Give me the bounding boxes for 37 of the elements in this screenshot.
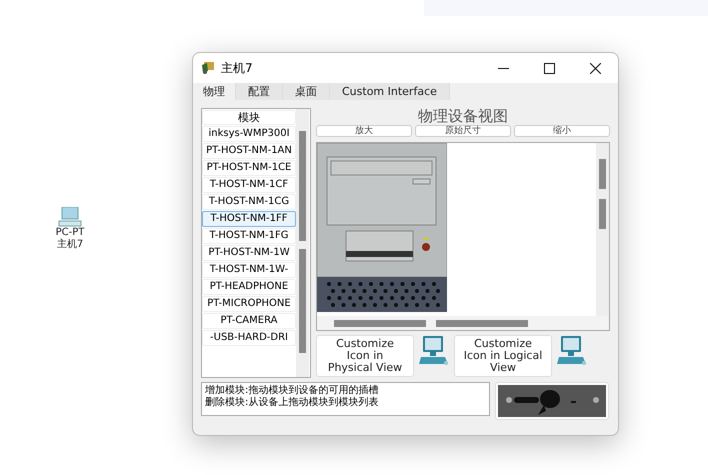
customize-icon-button[interactable]: Customize Icon in Physical View: [316, 335, 414, 377]
computer-icon: [557, 335, 587, 367]
module-item[interactable]: T-HOST-NM-1FF: [202, 211, 296, 227]
tab[interactable]: 配置: [236, 83, 283, 100]
module-item[interactable]: PT-HOST-NM-1W: [202, 245, 296, 261]
module-item[interactable]: inksys-WMP300I: [202, 126, 296, 142]
close-icon[interactable]: [590, 62, 600, 74]
zoom-button[interactable]: 缩小: [514, 125, 610, 137]
module-item[interactable]: PT-CAMERA: [202, 313, 296, 329]
horizontal-scrollbar[interactable]: [317, 316, 609, 330]
module-item[interactable]: PT-MICROPHONE: [202, 296, 296, 312]
device-type-label: PC-PT: [56, 227, 84, 238]
zoom-button[interactable]: 放大: [316, 125, 412, 137]
scrollbar[interactable]: [296, 109, 309, 377]
module-item[interactable]: PT-HOST-NM-1AN: [202, 143, 296, 159]
help-text: 增加模块:拖动模块到设备的可用的插槽: [205, 385, 380, 396]
view-title: 物理设备视图: [417, 108, 509, 125]
module-item[interactable]: -USB-HARD-DRI: [202, 330, 296, 346]
module-item[interactable]: T-HOST-NM-1CF: [202, 177, 296, 193]
app-icon: [201, 61, 215, 75]
help-text: 删除模块:从设备上拖动模块到模块列表: [205, 397, 380, 409]
module-item[interactable]: T-HOST-NM-1W-: [202, 262, 296, 278]
module-item[interactable]: PT-HEADPHONE: [202, 279, 296, 295]
module-item[interactable]: PT-HOST-NM-1CE: [202, 160, 296, 176]
tab[interactable]: 桌面: [283, 83, 330, 100]
computer-icon[interactable]: [58, 207, 82, 227]
module-item[interactable]: T-HOST-NM-1CG: [202, 194, 296, 210]
tab[interactable]: Custom Interface: [330, 83, 450, 100]
list-header: 模块: [202, 110, 296, 125]
maximize-icon[interactable]: [544, 62, 554, 74]
customize-icon-button[interactable]: Customize Icon in Logical View: [454, 335, 552, 377]
view-scrollbar[interactable]: [596, 143, 609, 316]
computer-icon: [419, 335, 449, 367]
device-name-label: 主机7: [56, 239, 84, 251]
zoom-button[interactable]: 原始尺寸: [415, 125, 511, 137]
window-title: 主机7: [221, 60, 254, 76]
module-item[interactable]: T-HOST-NM-1FG: [202, 228, 296, 244]
